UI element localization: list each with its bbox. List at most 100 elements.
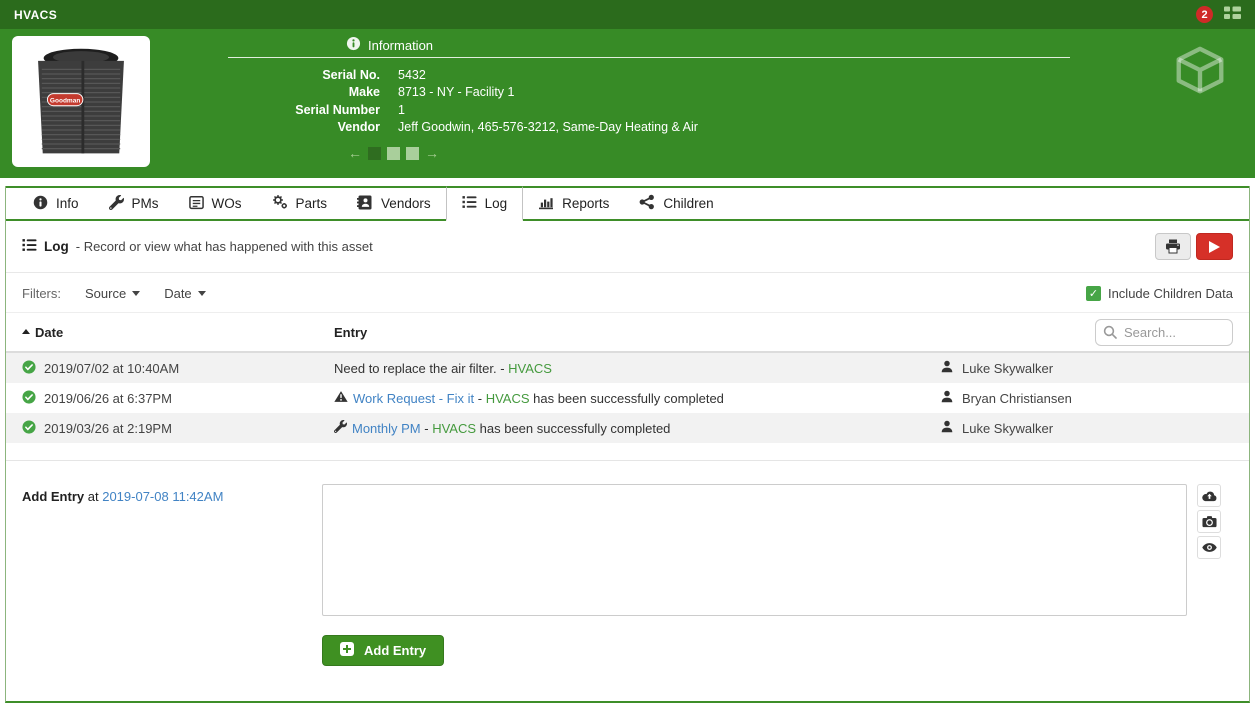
tab-label: Parts bbox=[295, 196, 328, 211]
tab-info[interactable]: Info bbox=[18, 186, 94, 219]
list-icon bbox=[22, 238, 37, 255]
tab-parts[interactable]: Parts bbox=[256, 186, 343, 219]
log-table-header: Date Entry bbox=[6, 313, 1249, 353]
asset-title-bar: HVACS 2 bbox=[0, 0, 1255, 29]
content-panel: Info PMs WOs Parts Vendors Log Reports C… bbox=[5, 186, 1250, 703]
source-filter-dropdown[interactable]: Source bbox=[85, 286, 141, 301]
notification-badge[interactable]: 2 bbox=[1196, 6, 1213, 23]
date-filter-dropdown[interactable]: Date bbox=[164, 286, 206, 301]
tab-label: WOs bbox=[211, 196, 242, 211]
tab-reports[interactable]: Reports bbox=[523, 186, 625, 219]
log-panel-title: Log bbox=[44, 239, 69, 254]
tab-log[interactable]: Log bbox=[445, 186, 524, 221]
log-row-user: Bryan Christiansen bbox=[941, 390, 1233, 406]
tab-vendors[interactable]: Vendors bbox=[342, 186, 446, 219]
info-field-row: Serial No. 5432 bbox=[228, 67, 1070, 84]
info-field-row: Serial Number 1 bbox=[228, 102, 1070, 119]
field-value: 1 bbox=[398, 102, 405, 117]
add-entry-button-label: Add Entry bbox=[364, 643, 427, 658]
asset-link[interactable]: HVACS bbox=[508, 361, 552, 376]
user-icon bbox=[941, 390, 953, 406]
list-icon bbox=[462, 195, 477, 212]
upload-file-button[interactable] bbox=[1197, 484, 1221, 507]
log-row-date: 2019/06/26 at 6:37PM bbox=[22, 389, 334, 407]
tab-label: Vendors bbox=[381, 196, 431, 211]
carousel-page-3[interactable] bbox=[406, 147, 419, 161]
log-row: 2019/03/26 at 2:19PM Monthly PM - HVACS … bbox=[6, 413, 1249, 443]
filters-label: Filters: bbox=[22, 286, 61, 301]
log-entry-textarea[interactable] bbox=[322, 484, 1187, 616]
log-row: 2019/07/02 at 10:40AM Need to replace th… bbox=[6, 353, 1249, 383]
tab-label: Info bbox=[56, 196, 79, 211]
carousel-prev-icon[interactable]: ← bbox=[348, 146, 362, 160]
asset-header: HVACS 2 Goodman Information Serial No. 5… bbox=[0, 0, 1255, 178]
log-entry-text: Need to replace the air filter. - HVACS bbox=[334, 361, 941, 376]
tab-wos[interactable]: WOs bbox=[173, 186, 257, 219]
grid-view-icon[interactable] bbox=[1224, 6, 1241, 23]
wrench-icon bbox=[108, 194, 124, 213]
plus-square-icon bbox=[340, 642, 354, 659]
address-book-icon bbox=[357, 195, 373, 213]
user-icon bbox=[941, 360, 953, 376]
column-header-entry: Entry bbox=[334, 324, 368, 340]
add-entry-button[interactable]: Add Entry bbox=[322, 635, 445, 666]
user-name: Bryan Christiansen bbox=[962, 390, 1072, 406]
tab-children[interactable]: Children bbox=[624, 186, 729, 219]
work-request-link[interactable]: Work Request - Fix it bbox=[353, 391, 474, 406]
tab-bar: Info PMs WOs Parts Vendors Log Reports C… bbox=[6, 186, 1249, 221]
warning-icon bbox=[334, 390, 353, 406]
tab-label: Children bbox=[663, 196, 714, 211]
search-icon bbox=[1103, 325, 1117, 342]
log-entry-text: Work Request - Fix it - HVACS has been s… bbox=[334, 390, 941, 406]
sort-asc-icon bbox=[22, 328, 30, 334]
source-filter-label: Source bbox=[85, 286, 127, 301]
preview-eye-button[interactable] bbox=[1197, 536, 1221, 559]
entry-text: Need to replace the air filter. - bbox=[334, 360, 509, 376]
camera-button[interactable] bbox=[1197, 510, 1221, 533]
log-row-date: 2019/03/26 at 2:19PM bbox=[22, 419, 334, 437]
user-icon bbox=[941, 420, 953, 436]
column-header-date[interactable]: Date bbox=[22, 325, 334, 340]
carousel-page-2[interactable] bbox=[387, 147, 400, 161]
info-divider bbox=[228, 57, 1070, 58]
carousel-page-1[interactable] bbox=[368, 147, 381, 161]
print-button[interactable] bbox=[1155, 233, 1191, 260]
log-date-text: 2019/03/26 at 2:19PM bbox=[44, 420, 172, 436]
video-help-button[interactable] bbox=[1196, 233, 1233, 260]
share-nodes-icon bbox=[639, 194, 655, 213]
entry-separator: - bbox=[420, 420, 433, 436]
asset-summary: Goodman Information Serial No. 5432 Make… bbox=[0, 29, 1255, 178]
info-circle-icon bbox=[33, 195, 48, 213]
include-children-label: Include Children Data bbox=[1107, 286, 1233, 301]
filters-bar: Filters: Source Date ✓ Include Children … bbox=[6, 273, 1249, 313]
log-panel-header: Log - Record or view what has happened w… bbox=[6, 221, 1249, 273]
entry-timestamp-link[interactable]: 2019-07-08 11:42AM bbox=[102, 489, 223, 504]
info-field-row: Vendor Jeff Goodwin, 465-576-3212, Same-… bbox=[228, 119, 1070, 136]
asset-link[interactable]: HVACS bbox=[486, 391, 530, 406]
log-row: 2019/06/26 at 6:37PM Work Request - Fix … bbox=[6, 383, 1249, 413]
user-name: Luke Skywalker bbox=[962, 360, 1054, 376]
log-entry-text: Monthly PM - HVACS has been successfully… bbox=[333, 420, 941, 436]
check-circle-icon bbox=[22, 359, 36, 377]
add-entry-at: at bbox=[87, 489, 99, 504]
tab-pms[interactable]: PMs bbox=[93, 186, 174, 219]
field-label: Make bbox=[348, 85, 380, 100]
date-filter-label: Date bbox=[164, 286, 192, 301]
user-name: Luke Skywalker bbox=[962, 420, 1054, 436]
field-value: Jeff Goodwin, 465-576-3212, Same-Day Hea… bbox=[398, 119, 698, 134]
asset-link[interactable]: HVACS bbox=[432, 421, 476, 436]
asset-photo: Goodman bbox=[12, 36, 150, 167]
tab-label: Reports bbox=[562, 196, 610, 211]
info-section-title: Information bbox=[368, 37, 434, 53]
include-children-checkbox[interactable]: ✓ bbox=[1085, 286, 1101, 301]
pm-link[interactable]: Monthly PM bbox=[352, 421, 421, 436]
wrench-icon bbox=[333, 420, 352, 436]
log-date-text: 2019/07/02 at 10:40AM bbox=[44, 360, 180, 376]
cogs-icon bbox=[272, 194, 288, 213]
log-row-user: Luke Skywalker bbox=[941, 360, 1233, 376]
tab-label: PMs bbox=[131, 196, 159, 211]
ac-unit-image: Goodman bbox=[38, 48, 124, 153]
carousel-next-icon[interactable]: → bbox=[425, 146, 439, 160]
chevron-down-icon bbox=[197, 291, 206, 296]
field-value: 8713 - NY - Facility 1 bbox=[398, 85, 515, 100]
